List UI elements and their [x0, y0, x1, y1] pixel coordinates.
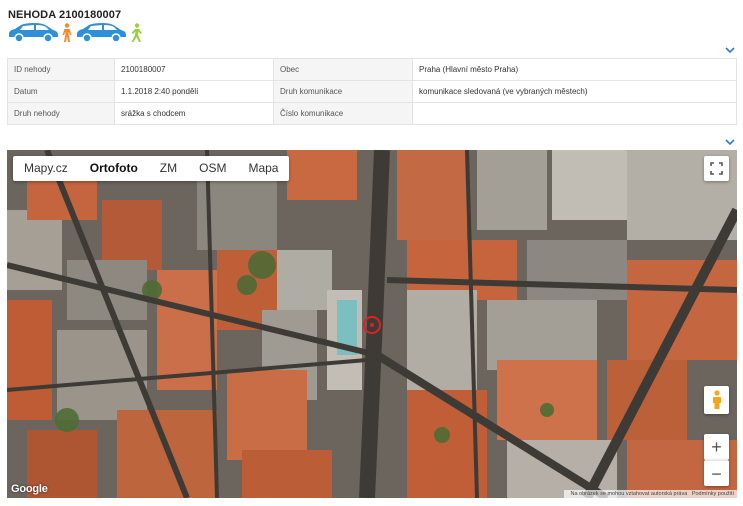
cell-label: Číslo komunikace	[273, 102, 413, 125]
street-view-pegman-button[interactable]	[704, 386, 729, 414]
tab-ortofoto[interactable]: Ortofoto	[79, 156, 149, 181]
terms-link[interactable]: Podmínky použití	[692, 491, 734, 497]
marker-dot-icon	[370, 323, 374, 327]
cell-label: Obec	[273, 58, 413, 81]
cell-value: komunikace sledovaná (ve vybraných měste…	[412, 80, 737, 103]
google-logo: Google	[11, 483, 48, 495]
map-view[interactable]: Mapy.cz Ortofoto ZM OSM Mapa + − Google …	[7, 150, 737, 498]
tab-osm[interactable]: OSM	[188, 156, 237, 181]
pedestrian-icon	[61, 23, 73, 48]
table-row: Druh nehody srážka s chodcem Číslo komun…	[7, 102, 737, 125]
cell-value: Praha (Hlavní město Praha)	[412, 58, 737, 81]
table-row: Datum 1.1.2018 2:40 pondělí Druh komunik…	[7, 80, 737, 103]
cell-value	[412, 102, 737, 125]
car-icon	[7, 23, 59, 48]
accident-location-marker[interactable]	[363, 316, 381, 334]
accident-details-table: ID nehody 2100180007 Obec Praha (Hlavní …	[7, 58, 737, 125]
cell-label: Druh komunikace	[273, 80, 413, 103]
accident-title: NEHODA 2100180007	[8, 9, 122, 21]
cell-label: Datum	[7, 80, 115, 103]
table-row: ID nehody 2100180007 Obec Praha (Hlavní …	[7, 58, 737, 81]
fullscreen-icon	[710, 162, 723, 175]
tab-zm[interactable]: ZM	[149, 156, 188, 181]
zoom-out-button[interactable]: −	[704, 460, 729, 486]
collapse-map-chevron-icon[interactable]	[725, 138, 735, 146]
map-attribution: Na obrázek se mohou vztahovat autorská p…	[564, 490, 737, 498]
participant-icons	[7, 23, 143, 48]
fullscreen-button[interactable]	[704, 156, 729, 181]
collapse-details-chevron-icon[interactable]	[725, 46, 735, 54]
zoom-in-button[interactable]: +	[704, 434, 729, 460]
cell-value: 1.1.2018 2:40 pondělí	[114, 80, 274, 103]
cell-label: ID nehody	[7, 58, 115, 81]
car-icon	[75, 23, 127, 48]
map-type-tabs: Mapy.cz Ortofoto ZM OSM Mapa	[13, 156, 290, 181]
pedestrian-icon	[129, 23, 143, 48]
cell-label: Druh nehody	[7, 102, 115, 125]
attribution-text: Na obrázek se mohou vztahovat autorská p…	[570, 491, 688, 497]
tab-mapa[interactable]: Mapa	[237, 156, 289, 181]
cell-value: 2100180007	[114, 58, 274, 81]
cell-value: srážka s chodcem	[114, 102, 274, 125]
tab-mapy-cz[interactable]: Mapy.cz	[13, 156, 79, 181]
pegman-icon	[712, 390, 721, 409]
